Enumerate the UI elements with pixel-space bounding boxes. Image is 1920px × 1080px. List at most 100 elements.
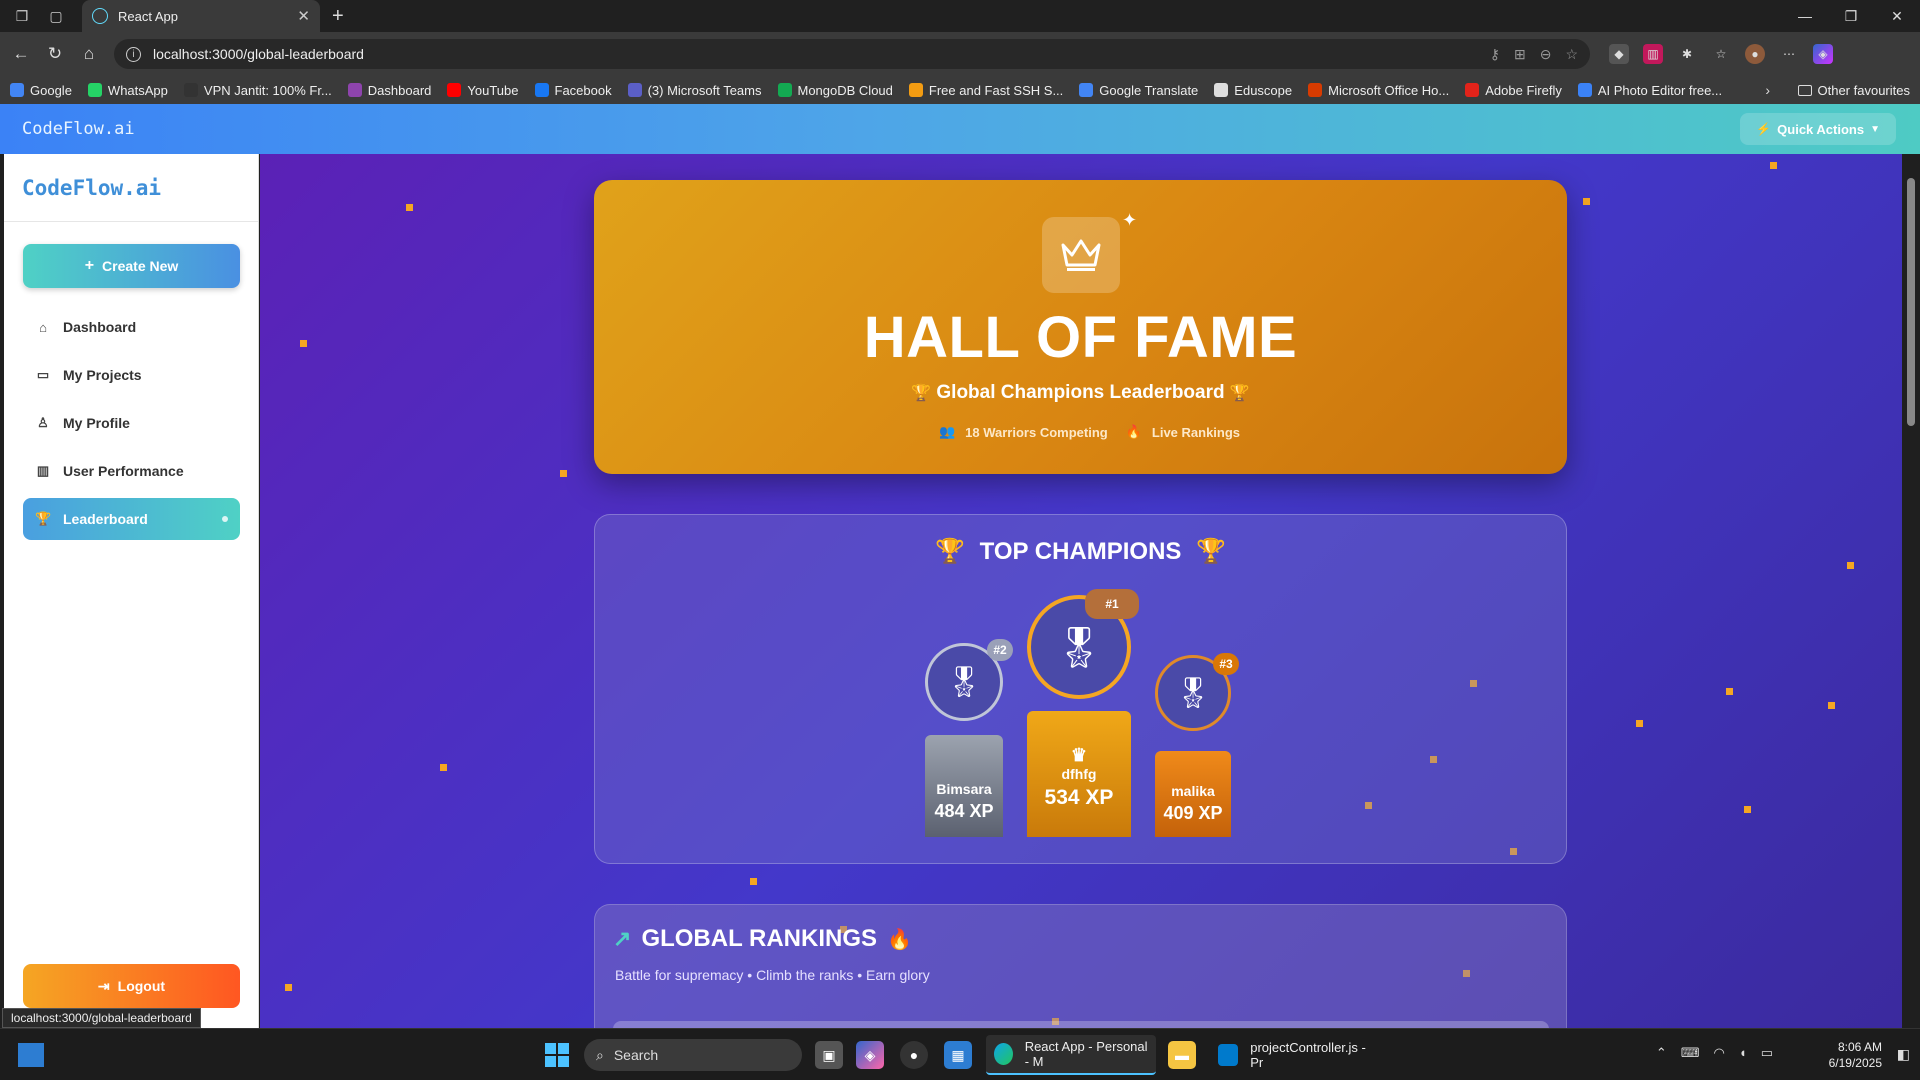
bookmark-item[interactable]: Free and Fast SSH S... [908,83,1063,98]
close-window-icon[interactable]: ✕ [1874,0,1920,32]
favorite-star-icon[interactable]: ☆ [1565,46,1578,63]
favorites-icon[interactable]: ☆ [1711,44,1731,64]
champion-xp: 409 XP [1163,803,1223,823]
bookmark-label: Dashboard [367,82,432,98]
rank-badge-3: #3 [1213,653,1239,675]
close-tab-icon[interactable]: ✕ [297,7,310,25]
page-scrollbar[interactable] [1902,154,1920,1028]
new-tab-icon[interactable]: + [332,5,344,28]
bookmark-label: Facebook [554,82,612,98]
bookmark-favicon-icon [908,83,923,97]
sidebar-item-user-performance[interactable]: ▥ User Performance [23,450,240,492]
app-available-icon[interactable]: ⊞ [1514,46,1526,63]
shield-extension-icon[interactable]: ◆ [1609,44,1629,64]
bookmark-item[interactable]: Google [10,83,72,98]
bookmark-favicon-icon [1465,83,1480,97]
clock-time: 8:06 AM [1837,1040,1882,1054]
window-controls: — ❐ ✕ [1782,0,1920,32]
tab-actions-icon[interactable]: ▢ [44,4,68,28]
bookmark-item[interactable]: Google Translate [1079,83,1198,98]
sidebar-item-my-projects[interactable]: ▭ My Projects [23,354,240,396]
bookmark-item[interactable]: WhatsApp [87,83,168,98]
active-indicator-dot [222,516,228,522]
bookmark-item[interactable]: Microsoft Office Ho... [1308,83,1449,98]
photos-icon[interactable]: ▦ [944,1041,972,1069]
global-rankings-heading: ↗ GLOBAL RANKINGS 🔥 [613,925,912,953]
sidebar-item-dashboard[interactable]: ⌂ Dashboard [23,306,240,348]
app-icon[interactable]: ● [900,1041,928,1069]
browser-tab[interactable]: React App ✕ [82,0,320,32]
restore-icon[interactable]: ❐ [1828,0,1874,32]
hero-subtitle-row: 🏆 Global Champions Leaderboard 🏆 [594,382,1567,404]
bookmark-item[interactable]: (3) Microsoft Teams [627,82,762,98]
taskbar-app-edge[interactable]: React App - Personal - M [986,1035,1156,1075]
refresh-icon[interactable]: ↻ [42,41,68,67]
site-info-icon[interactable]: i [126,46,141,62]
global-rankings-card: ↗ GLOBAL RANKINGS 🔥 Battle for supremacy… [594,904,1567,1028]
taskbar-app-vscode[interactable]: projectController.js - Pr [1210,1035,1380,1075]
bookmark-item[interactable]: Adobe Firefly [1465,83,1562,98]
chevron-up-icon[interactable]: ⌃ [1656,1045,1667,1061]
widgets-icon[interactable] [18,1043,44,1067]
notification-icon[interactable]: ◧ [1897,1046,1910,1063]
sidebar-item-my-profile[interactable]: ♙ My Profile [23,402,240,444]
edge-icon [994,1043,1013,1065]
bookmark-favicon-icon [87,83,102,97]
start-button-icon[interactable] [545,1043,569,1067]
flame-icon: 🔥 [1125,424,1142,439]
workspaces-icon[interactable]: ❐ [10,4,34,28]
extension-app-icon[interactable]: ▥ [1643,44,1663,64]
copilot-app-icon[interactable]: ◈ [856,1041,884,1069]
bookmark-item[interactable]: MongoDB Cloud [777,82,893,98]
scrollbar-thumb[interactable] [1907,178,1915,426]
bookmark-label: AI Photo Editor free... [1597,82,1723,98]
system-tray: ⌃ ⌨ ◠ ◖ ▭ [1649,1045,1780,1061]
logout-button[interactable]: ⇥ Logout [23,964,240,1008]
more-menu-icon[interactable]: ⋯ [1779,44,1799,64]
extensions-area: ◆ ▥ ✱ ☆ ● ⋯ ◈ [1602,44,1840,64]
bookmark-item[interactable]: Eduscope [1214,83,1292,98]
quick-actions-button[interactable]: ⚡ Quick Actions ▼ [1740,113,1896,145]
home-icon[interactable]: ⌂ [76,41,102,67]
zoom-icon[interactable]: ⊖ [1540,46,1552,63]
other-favourites-label: Other favourites [1817,82,1911,98]
confetti-speck [300,340,307,347]
podium-3: malika 409 XP [1155,751,1231,837]
extensions-icon[interactable]: ✱ [1677,44,1697,64]
back-icon[interactable]: ← [8,41,34,67]
create-new-button[interactable]: + Create New [23,244,240,288]
bookmark-label: MongoDB Cloud [797,82,893,98]
bookmark-item[interactable]: AI Photo Editor free... [1577,82,1723,98]
wifi-icon[interactable]: ◠ [1714,1045,1725,1061]
bookmark-favicon-icon [1214,83,1229,97]
flame-icon: 🔥 [887,928,912,951]
url-field[interactable]: i localhost:3000/global-leaderboard ⚷ ⊞ … [114,39,1590,69]
more-bookmarks-icon[interactable]: › [1765,82,1770,98]
taskbar-search[interactable]: ⌕ Search [584,1039,802,1071]
bookmark-label: (3) Microsoft Teams [647,82,762,98]
profile-avatar-icon[interactable]: ● [1745,44,1765,64]
clock[interactable]: 8:06 AM 6/19/2025 [1829,1039,1882,1071]
key-icon[interactable]: ⚷ [1490,46,1500,63]
battery-icon[interactable]: ▭ [1761,1045,1773,1061]
task-view-icon[interactable]: ▣ [815,1041,843,1069]
header-brand: CodeFlow.ai [22,119,135,139]
main-content: ✦ HALL OF FAME 🏆 Global Champions Leader… [260,154,1902,1028]
sidebar-item-leaderboard[interactable]: 🏆 Leaderboard [23,498,240,540]
other-favourites[interactable]: Other favourites [1797,82,1911,98]
keyboard-icon[interactable]: ⌨ [1681,1045,1700,1061]
sidebar-item-label: User Performance [63,463,184,479]
bookmark-item[interactable]: VPN Jantit: 100% Fr... [183,83,332,98]
bookmark-item[interactable]: Facebook [534,82,612,98]
minimize-icon[interactable]: — [1782,0,1828,32]
global-rankings-title: GLOBAL RANKINGS [641,925,877,952]
confetti-speck [440,764,447,771]
copilot-icon[interactable]: ◈ [1813,44,1833,64]
volume-icon[interactable]: ◖ [1739,1045,1747,1061]
trophy-icon: 🏆 [911,385,932,402]
folder-icon: ▭ [36,367,50,382]
crown-svg [1061,239,1101,271]
bookmark-item[interactable]: YouTube [447,83,519,98]
file-explorer-icon[interactable]: ▬ [1168,1041,1196,1069]
bookmark-item[interactable]: Dashboard [347,82,432,98]
